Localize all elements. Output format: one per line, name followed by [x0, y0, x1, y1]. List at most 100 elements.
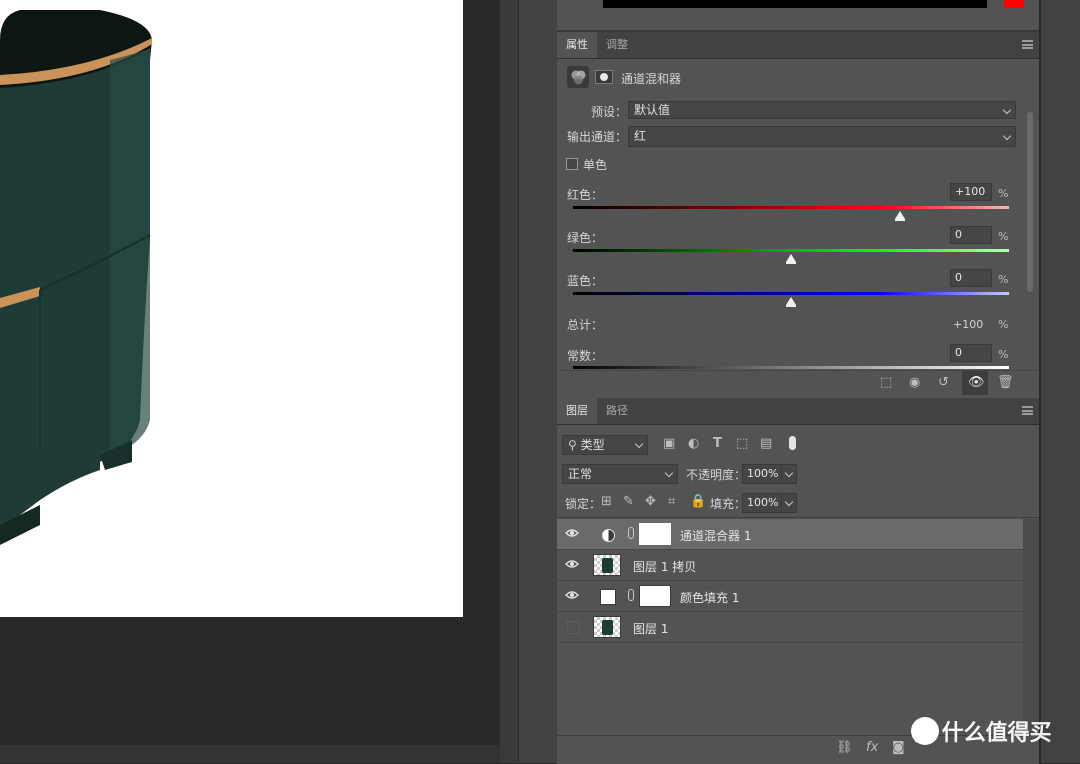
- layer-row-layer1-copy[interactable]: 图层 1 拷贝: [557, 550, 1023, 581]
- red-slider-track[interactable]: [573, 206, 1009, 209]
- properties-title: 通道混和器: [621, 72, 682, 86]
- layer-name: 颜色填充 1: [680, 591, 740, 605]
- opacity-input[interactable]: 100%: [742, 464, 782, 484]
- layer-row-layer1[interactable]: 图层 1: [557, 612, 1023, 643]
- mask-icon[interactable]: [595, 70, 613, 84]
- output-channel-label: 输出通道：: [567, 130, 628, 144]
- total-percent: %: [998, 318, 1009, 331]
- fill-dropdown[interactable]: [781, 493, 797, 513]
- filter-adjustment-icon[interactable]: ◐: [688, 437, 699, 451]
- total-value: +100: [953, 318, 984, 331]
- lock-all-icon[interactable]: 🔒: [690, 495, 706, 509]
- link-icon[interactable]: [628, 527, 634, 539]
- blend-mode-dropdown[interactable]: 正常: [562, 464, 678, 484]
- chevron-down-icon: [784, 497, 794, 507]
- properties-scrollbar[interactable]: [1025, 112, 1035, 362]
- color-ramp-bar[interactable]: [603, 0, 987, 8]
- green-value-input[interactable]: 0: [950, 226, 992, 244]
- layer-thumbnail[interactable]: [593, 616, 621, 638]
- filter-type-icon[interactable]: T: [713, 437, 722, 451]
- layer-row-channel-mixer[interactable]: 通道混合器 1: [557, 519, 1023, 550]
- properties-menu-icon[interactable]: [1022, 40, 1033, 49]
- fx-icon[interactable]: fx: [866, 741, 878, 755]
- lock-image-icon[interactable]: ✎: [623, 495, 634, 509]
- constant-percent: %: [998, 348, 1009, 361]
- red-percent: %: [998, 187, 1009, 200]
- layers-tabbar: 图层 路径: [557, 398, 1039, 425]
- tab-layers[interactable]: 图层: [557, 398, 597, 424]
- eye-icon[interactable]: [565, 528, 579, 538]
- layer-filter-value: 类型: [580, 438, 605, 452]
- filter-smart-object-icon[interactable]: ▤: [760, 437, 772, 451]
- filter-shape-icon[interactable]: ⬚: [736, 437, 748, 451]
- filter-pixel-icon[interactable]: ▣: [663, 437, 675, 451]
- fill-label: 填充：: [710, 497, 747, 511]
- green-percent: %: [998, 230, 1009, 243]
- constant-value-input[interactable]: 0: [950, 344, 992, 362]
- layer-filter-dropdown[interactable]: ⚲ 类型: [562, 435, 648, 455]
- watermark-text: 值 什么值得买: [912, 721, 1052, 746]
- constant-label: 常数：: [567, 349, 604, 363]
- link-icon[interactable]: [628, 589, 634, 601]
- eye-icon: 👁: [968, 375, 985, 390]
- layer-name: 图层 1: [633, 622, 669, 636]
- red-value-input[interactable]: +100: [950, 183, 992, 201]
- adjustment-icon: [602, 529, 615, 542]
- chevron-down-icon: [664, 468, 674, 478]
- red-color-swatch[interactable]: [1004, 0, 1024, 8]
- fill-color-icon[interactable]: [600, 589, 616, 605]
- lock-position-icon[interactable]: ✥: [645, 495, 656, 509]
- horizontal-scrollbar[interactable]: [0, 745, 500, 763]
- clip-to-layer-icon[interactable]: ⬚: [880, 376, 892, 390]
- layer-mask-thumbnail[interactable]: [639, 585, 671, 607]
- preset-dropdown[interactable]: 默认值: [628, 101, 1016, 119]
- output-channel-dropdown[interactable]: 红: [628, 126, 1016, 147]
- eye-icon[interactable]: [565, 590, 579, 600]
- filter-toggle-icon[interactable]: [789, 436, 796, 450]
- layer-thumbnail[interactable]: [593, 554, 621, 576]
- divider: [557, 517, 1039, 518]
- red-slider-thumb[interactable]: [895, 211, 905, 221]
- blue-slider-track[interactable]: [573, 292, 1009, 295]
- lock-label: 锁定：: [565, 497, 602, 511]
- opacity-dropdown[interactable]: [781, 464, 797, 484]
- eye-icon[interactable]: [565, 559, 579, 569]
- document-canvas[interactable]: [0, 0, 463, 617]
- link-layers-icon[interactable]: ⛓: [836, 741, 853, 755]
- lock-artboard-icon[interactable]: ⌗: [668, 495, 675, 509]
- blue-percent: %: [998, 273, 1009, 286]
- trash-icon[interactable]: 🗑: [997, 376, 1014, 390]
- preset-label: 预设：: [591, 105, 628, 119]
- tab-adjustments[interactable]: 调整: [597, 32, 637, 58]
- canvas-vertical-scrollbar[interactable]: [500, 0, 518, 763]
- layers-scrollbar[interactable]: [1023, 519, 1039, 735]
- green-slider-track[interactable]: [573, 249, 1009, 252]
- blue-value-input[interactable]: 0: [950, 269, 992, 287]
- chevron-down-icon: [784, 468, 794, 478]
- tab-paths[interactable]: 路径: [597, 398, 637, 424]
- tab-properties[interactable]: 属性: [557, 32, 597, 58]
- total-label: 总计：: [567, 318, 604, 332]
- add-mask-icon[interactable]: ◙: [892, 741, 905, 755]
- preset-value: 默认值: [634, 103, 671, 117]
- reset-icon[interactable]: ↺: [938, 376, 949, 390]
- monochrome-label: 单色: [583, 158, 608, 172]
- layer-row-color-fill[interactable]: 颜色填充 1: [557, 581, 1023, 612]
- fill-input[interactable]: 100%: [742, 493, 782, 513]
- red-label: 红色：: [567, 188, 604, 202]
- layer-mask-thumbnail[interactable]: [639, 523, 671, 545]
- chevron-down-icon: [1002, 105, 1012, 115]
- blue-slider-thumb[interactable]: [786, 297, 796, 307]
- blend-mode-value: 正常: [568, 467, 593, 481]
- layers-menu-icon[interactable]: [1022, 406, 1033, 415]
- layer-name: 通道混合器 1: [680, 529, 752, 543]
- chevron-down-icon: [1002, 131, 1012, 141]
- monochrome-checkbox[interactable]: [566, 158, 578, 170]
- green-slider-thumb[interactable]: [786, 254, 796, 264]
- channel-mixer-icon: [567, 66, 589, 88]
- lock-transparent-icon[interactable]: ⊞: [601, 495, 612, 509]
- view-previous-icon[interactable]: ◉: [909, 376, 920, 390]
- constant-slider-track[interactable]: [573, 366, 1009, 369]
- search-icon: ⚲: [568, 438, 577, 452]
- visibility-toggle-off[interactable]: [567, 621, 580, 634]
